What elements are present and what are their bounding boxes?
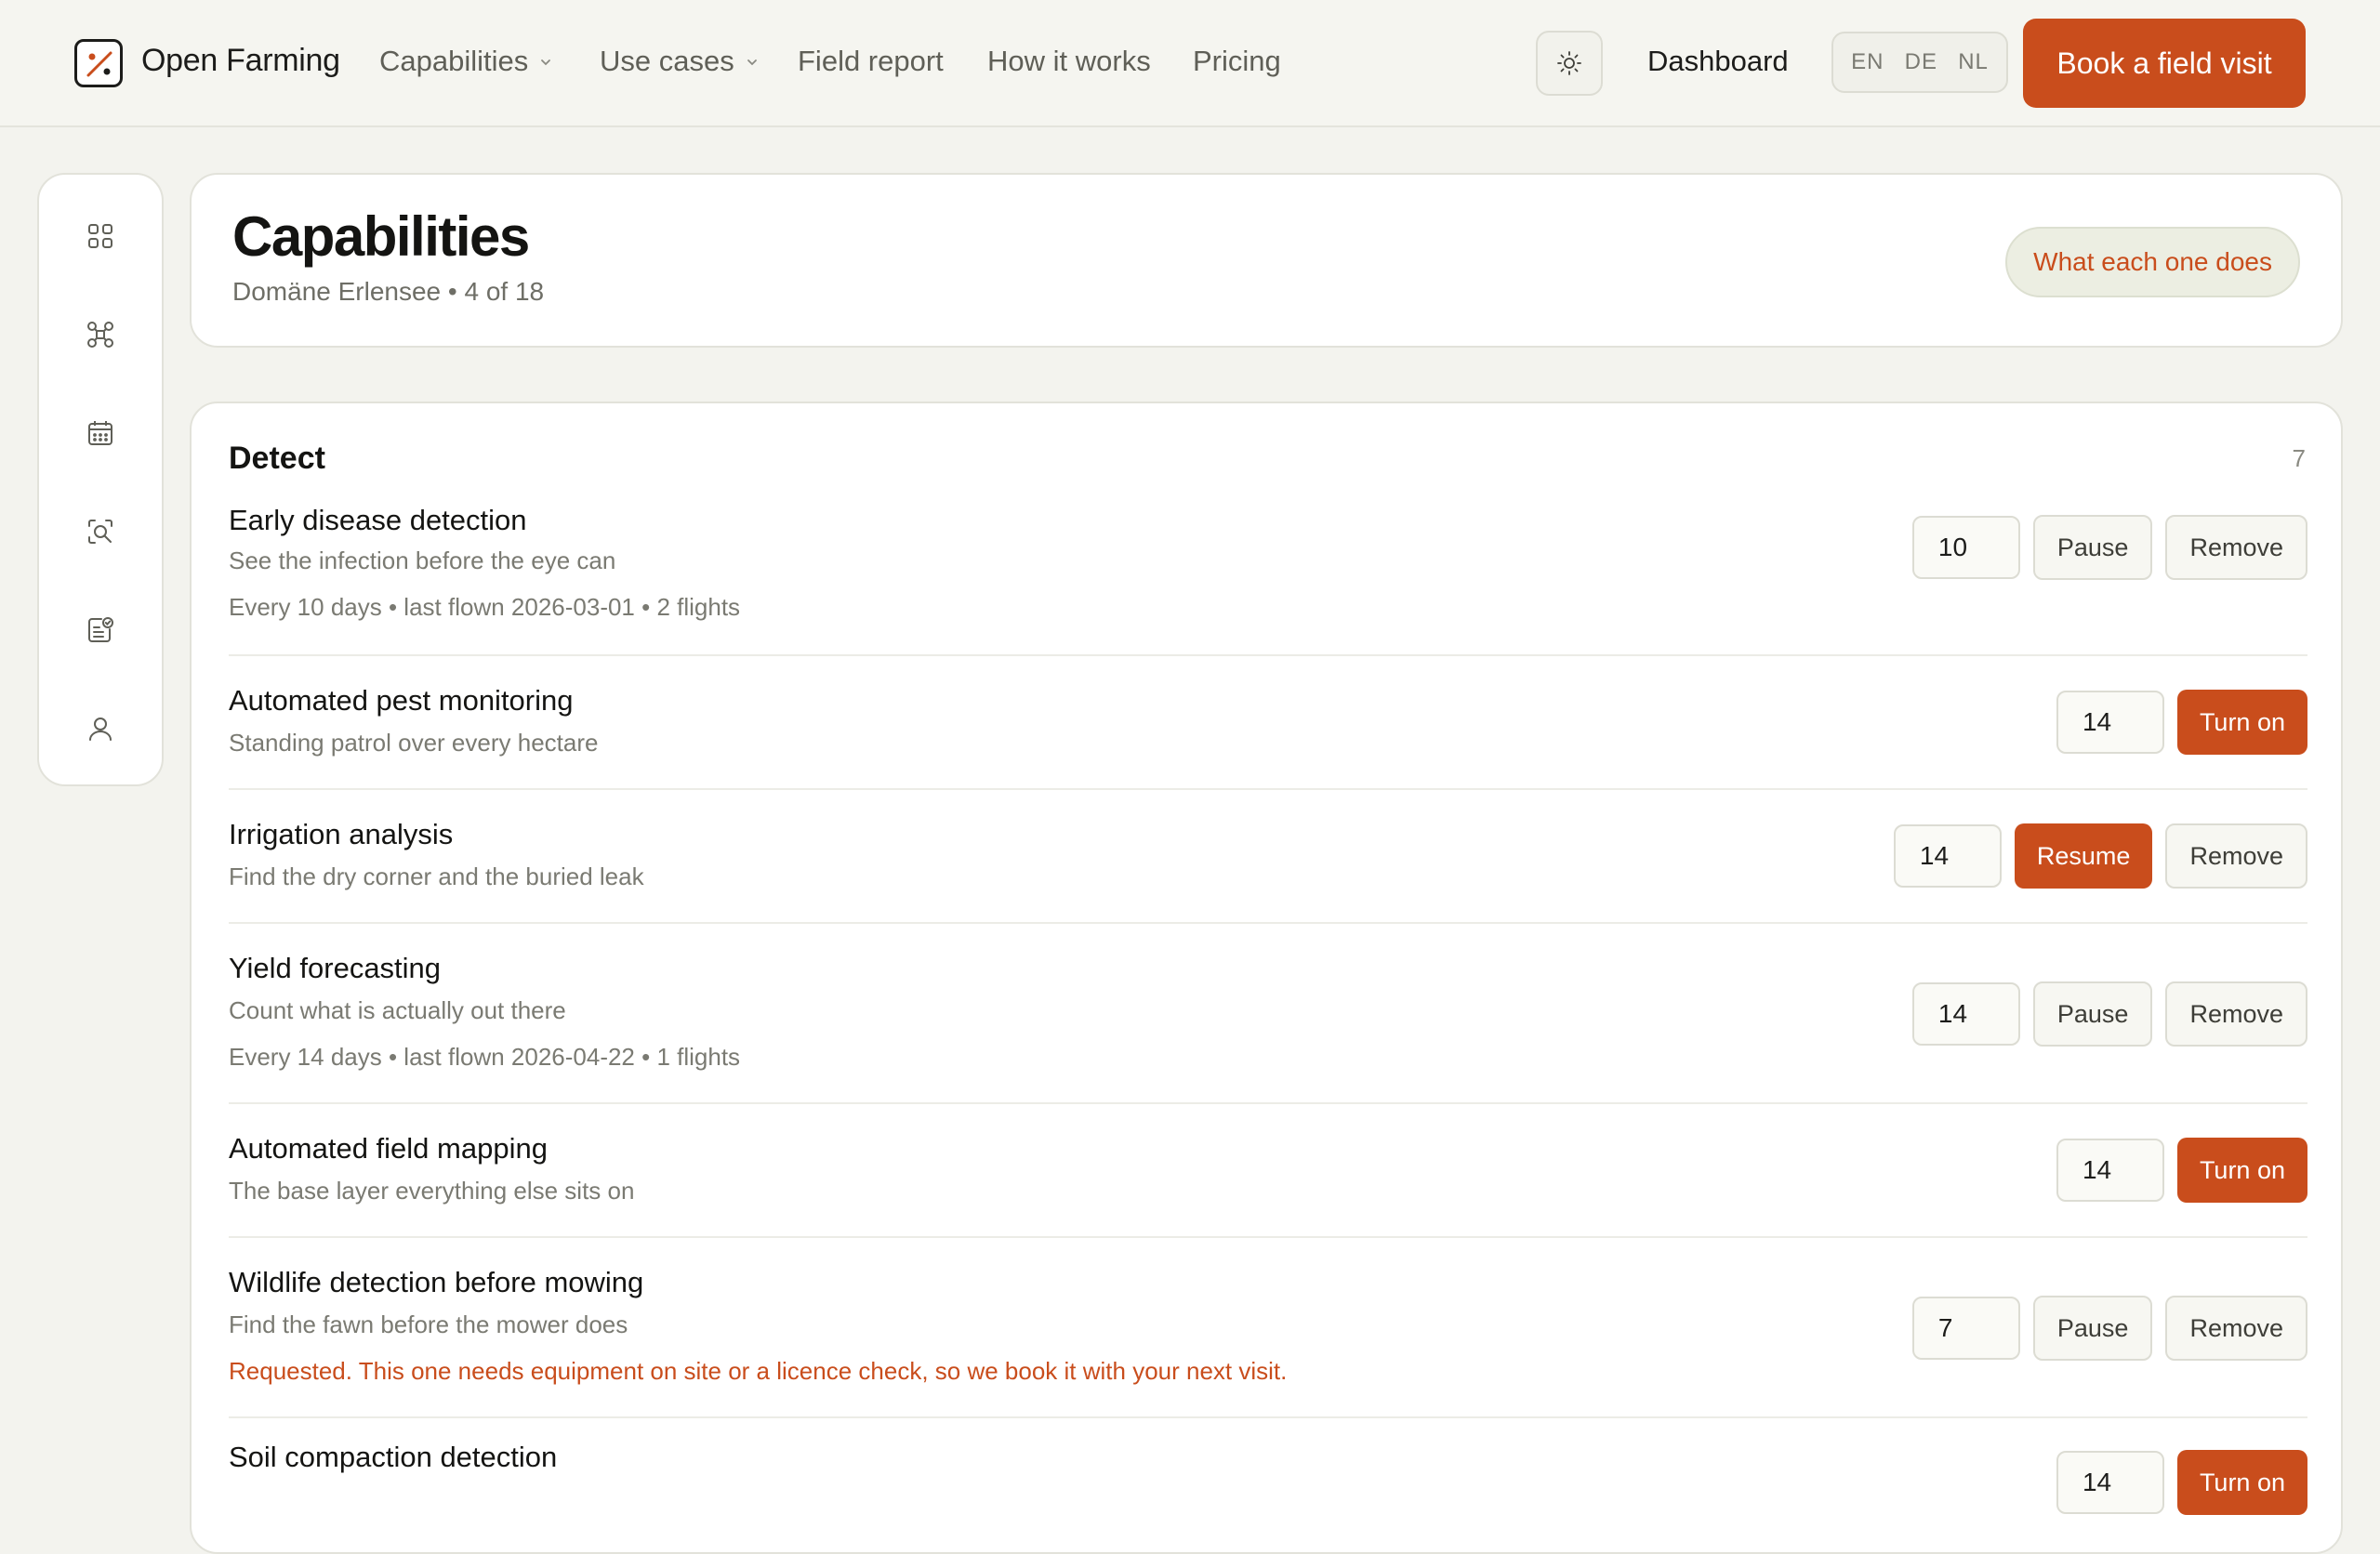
capability-row: Automated field mapping The base layer e… — [229, 1104, 2307, 1238]
capability-row: Wildlife detection before mowing Find th… — [229, 1238, 2307, 1418]
turn-on-button[interactable]: Turn on — [2176, 1138, 2307, 1203]
lang-de[interactable]: DE — [1905, 49, 1937, 75]
section-count: 7 — [2292, 444, 2306, 472]
interval-input[interactable]: 14 — [2056, 1139, 2164, 1202]
capability-title: Wildlife detection before mowing — [229, 1266, 644, 1298]
capability-description: Find the dry corner and the buried leak — [229, 863, 644, 890]
remove-button[interactable]: Remove — [2165, 823, 2307, 889]
interval-input[interactable]: 14 — [1911, 982, 2020, 1046]
capabilities-list: Detect 7 Early disease detection See the… — [190, 402, 2343, 1554]
capability-row: Irrigation analysis Find the dry corner … — [229, 790, 2307, 924]
pause-button[interactable]: Pause — [2032, 515, 2153, 580]
resume-button[interactable]: Resume — [2014, 823, 2153, 889]
capability-title: Irrigation analysis — [229, 818, 454, 850]
capability-schedule: Every 10 days • last flown 2026-03-01 • … — [229, 593, 741, 621]
sidebar — [37, 173, 164, 786]
capability-title: Yield forecasting — [229, 952, 442, 984]
page-subtitle: Domäne Erlensee • 4 of 18 — [232, 277, 545, 306]
capability-row: Early disease detection See the infectio… — [229, 494, 2307, 656]
theme-toggle-button[interactable] — [1536, 31, 1603, 96]
capability-title: Automated field mapping — [229, 1132, 548, 1165]
capability-row: Automated pest monitoring Standing patro… — [229, 656, 2307, 790]
nav-label: Capabilities — [379, 45, 529, 77]
drone-icon[interactable] — [80, 314, 121, 355]
calendar-icon[interactable] — [80, 413, 121, 454]
remove-button[interactable]: Remove — [2165, 981, 2307, 1047]
book-field-visit-button[interactable]: Book a field visit — [2023, 19, 2306, 108]
capability-title: Soil compaction detection — [229, 1441, 558, 1473]
logo-icon[interactable] — [74, 39, 123, 87]
nav-capabilities[interactable]: Capabilities — [379, 45, 552, 78]
dashboard-link[interactable]: Dashboard — [1647, 45, 1789, 78]
lang-en[interactable]: EN — [1851, 49, 1884, 75]
capability-description: Count what is actually out there — [229, 996, 566, 1024]
sun-icon — [1557, 51, 1581, 75]
interval-input[interactable]: 14 — [2056, 691, 2164, 754]
checklist-icon[interactable] — [80, 610, 121, 651]
nav-label: Use cases — [600, 45, 734, 77]
interval-input[interactable]: 7 — [1911, 1297, 2020, 1360]
grid-icon[interactable] — [80, 216, 121, 257]
interval-input[interactable]: 14 — [2056, 1451, 2164, 1514]
nav-use-cases[interactable]: Use cases — [600, 45, 759, 78]
lang-nl[interactable]: NL — [1958, 49, 1989, 75]
remove-button[interactable]: Remove — [2165, 1296, 2307, 1361]
capability-description: See the infection before the eye can — [229, 547, 616, 574]
nav-field-report[interactable]: Field report — [798, 45, 944, 78]
turn-on-button[interactable]: Turn on — [2176, 1450, 2307, 1515]
capability-description: Standing patrol over every hectare — [229, 729, 599, 757]
capability-description: The base layer everything else sits on — [229, 1177, 635, 1205]
page-header: Capabilities Domäne Erlensee • 4 of 18 W… — [190, 173, 2343, 348]
turn-on-button[interactable]: Turn on — [2176, 690, 2307, 755]
capability-title: Automated pest monitoring — [229, 684, 574, 717]
capability-title: Early disease detection — [229, 504, 527, 536]
capability-row: Yield forecasting Count what is actually… — [229, 924, 2307, 1104]
interval-input[interactable]: 14 — [1893, 824, 2002, 888]
interval-input[interactable]: 10 — [1911, 516, 2020, 579]
brand-name[interactable]: Open Farming — [141, 43, 340, 79]
page-title: Capabilities — [232, 205, 530, 268]
language-switcher: EN DE NL — [1831, 32, 2008, 93]
capability-row: Soil compaction detection 14 Turn on — [229, 1418, 2307, 1552]
section-title: Detect — [229, 441, 325, 476]
what-each-does-button[interactable]: What each one does — [2005, 227, 2300, 297]
pause-button[interactable]: Pause — [2032, 1296, 2153, 1361]
equipment-request-note: Requested. This one needs equipment on s… — [229, 1357, 1288, 1385]
capability-schedule: Every 14 days • last flown 2026-04-22 • … — [229, 1043, 741, 1071]
nav-how-it-works[interactable]: How it works — [987, 45, 1151, 78]
user-icon[interactable] — [80, 708, 121, 749]
nav-pricing[interactable]: Pricing — [1193, 45, 1281, 78]
remove-button[interactable]: Remove — [2165, 515, 2307, 580]
top-navigation: Open Farming Capabilities Use cases Fiel… — [0, 0, 2380, 127]
scan-search-icon[interactable] — [80, 511, 121, 552]
chevron-down-icon — [747, 59, 757, 66]
pause-button[interactable]: Pause — [2032, 981, 2153, 1047]
nav-label: How it works — [987, 45, 1151, 77]
chevron-down-icon — [541, 59, 551, 66]
capability-description: Find the fawn before the mower does — [229, 1310, 628, 1338]
nav-label: Field report — [798, 45, 944, 77]
nav-label: Pricing — [1193, 45, 1281, 77]
